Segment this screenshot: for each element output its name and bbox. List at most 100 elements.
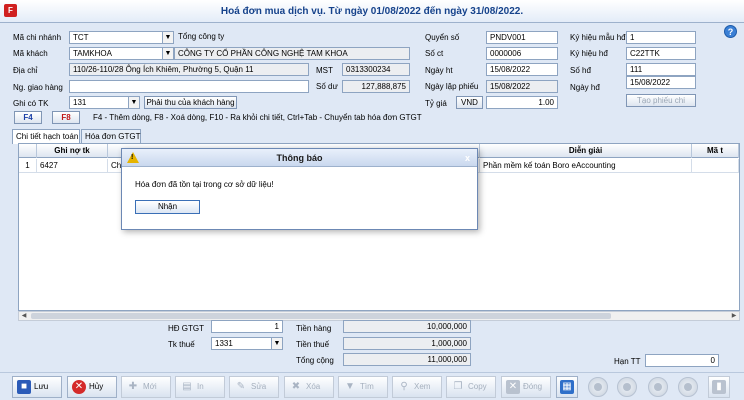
help-icon[interactable]: ? [724, 25, 737, 38]
receivable-button[interactable]: Phải thu của khách hàng [144, 96, 237, 109]
previous-record-button[interactable] [617, 377, 637, 397]
tax-account-select[interactable]: 1331 ▼ [211, 337, 283, 350]
delete-button[interactable]: ✖ Xóa [284, 376, 334, 398]
scroll-right-icon[interactable]: ▶ [729, 312, 739, 320]
invoice-no-input[interactable]: 111 [626, 63, 696, 76]
ok-button[interactable]: Nhận [135, 200, 200, 214]
credit-account-select[interactable]: 131 ▼ [69, 96, 140, 109]
scrollbar-thumb[interactable] [31, 313, 611, 319]
customer-label: Mã khách [13, 49, 48, 58]
dialog-message: Hóa đơn đã tồn tại trong cơ sở dữ liệu! [135, 180, 274, 189]
dialog-title: Thông báo [276, 153, 323, 163]
invoice-date-label: Ngày hđ [570, 83, 600, 92]
currency-button[interactable]: VND [456, 96, 483, 109]
new-label: Mới [143, 382, 157, 391]
customer-name-field: CÔNG TY CỔ PHẦN CÔNG NGHỆ TAM KHOA [174, 47, 410, 60]
template-input[interactable]: 1 [626, 31, 696, 44]
f4-add-row-button[interactable]: F4 [14, 111, 42, 124]
save-label: Lưu [34, 382, 49, 391]
find-button[interactable]: ▼ Tìm [338, 376, 388, 398]
grid-header-code[interactable]: Mã t [692, 144, 739, 158]
f8-delete-row-button[interactable]: F8 [52, 111, 80, 124]
voucher-no-input[interactable]: 0000006 [486, 47, 558, 60]
chevron-down-icon[interactable]: ▼ [162, 48, 173, 59]
next-record-icon [654, 383, 662, 391]
last-record-icon [684, 383, 692, 391]
delete-label: Xóa [306, 382, 321, 391]
created-date-label: Ngày lập phiếu [425, 82, 479, 91]
cancel-button[interactable]: ✕ Hủy [67, 376, 117, 398]
chevron-down-icon[interactable]: ▼ [128, 97, 139, 108]
total-label: Tổng cộng [296, 356, 334, 365]
edit-label: Sửa [251, 382, 267, 391]
row-code[interactable] [692, 159, 739, 173]
grid-header-description[interactable]: Diễn giải [480, 144, 692, 158]
shortcut-hint: F4 - Thêm dòng, F8 - Xoá dòng, F10 - Ra … [93, 113, 422, 122]
vat-invoice-label: HĐ GTGT [168, 324, 204, 333]
first-record-icon [594, 383, 602, 391]
branch-label: Mã chi nhánh [13, 33, 62, 42]
new-button[interactable]: ✚ Mới [121, 376, 171, 398]
row-index: 1 [19, 159, 37, 173]
find-label: Tìm [360, 382, 374, 391]
rate-label: Tỷ giá [425, 99, 447, 108]
voucher-no-label: Số ct [425, 49, 444, 58]
floppy-icon: ■ [17, 379, 31, 394]
mst-field: 0313300234 [342, 63, 410, 76]
view-button[interactable]: ⚲ Xem [392, 376, 442, 398]
save-button[interactable]: ■ Lưu [12, 376, 62, 398]
customer-code-value: TAMKHOA [73, 49, 112, 58]
notification-dialog: ! Thông báo x Hóa đơn đã tồn tại trong c… [121, 148, 478, 230]
next-record-button[interactable] [648, 377, 668, 397]
branch-code-select[interactable]: TCT ▼ [69, 31, 174, 44]
row-debit-account[interactable]: 6427 [37, 159, 108, 173]
template-label: Ký hiệu mẫu hđ [570, 33, 626, 42]
view-label: Xem [414, 382, 431, 391]
tax-account-value: 1331 [215, 339, 233, 348]
address-label: Địa chỉ [13, 66, 38, 75]
add-icon: ✚ [128, 380, 138, 392]
tab-accounting-detail[interactable]: Chi tiết hạch toán [12, 129, 80, 144]
pencil-icon: ✎ [236, 380, 246, 392]
copy-button[interactable]: ❐ Copy [446, 376, 496, 398]
tax-label: Tiền thuế [296, 340, 330, 349]
edit-button[interactable]: ✎ Sửa [229, 376, 279, 398]
due-input[interactable]: 0 [645, 354, 719, 367]
created-date-field: 15/08/2022 [486, 80, 558, 93]
cancel-icon: ✕ [72, 379, 86, 394]
close-icon[interactable]: x [465, 153, 470, 163]
window-title: Hoá đơn mua dịch vụ. Từ ngày 01/08/2022 … [220, 6, 524, 17]
symbol-input[interactable]: C22TTK [626, 47, 696, 60]
balance-label: Số dư [316, 82, 338, 91]
customer-code-select[interactable]: TAMKHOA ▼ [69, 47, 174, 60]
tax-account-label: Tk thuế [168, 340, 195, 349]
row-description[interactable]: Phần mềm kế toán Boro eAccounting [480, 159, 692, 173]
printer-icon: ▤ [182, 380, 192, 392]
date-label: Ngày ht [425, 66, 453, 75]
create-voucher-button[interactable]: Tạo phiếu chi [626, 94, 696, 107]
notes-button[interactable]: ▮ [708, 376, 730, 398]
chevron-down-icon[interactable]: ▼ [271, 338, 282, 349]
rate-input[interactable]: 1.00 [486, 96, 558, 109]
invoice-date-input[interactable]: 15/08/2022 [626, 76, 696, 89]
close-button[interactable]: ✕ Đóng [501, 376, 551, 398]
goods-field: 10,000,000 [343, 320, 471, 333]
branch-name: Tổng công ty [178, 32, 225, 41]
chevron-down-icon[interactable]: ▼ [162, 32, 173, 43]
delivery-input[interactable] [69, 80, 309, 93]
last-record-button[interactable] [678, 377, 698, 397]
print-button[interactable]: ▤ In [175, 376, 225, 398]
calculator-button[interactable]: ▦ [556, 376, 578, 398]
tab-vat-invoice[interactable]: Hóa đơn GTGT [81, 129, 141, 143]
goods-label: Tiền hàng [296, 324, 332, 333]
first-record-button[interactable] [588, 377, 608, 397]
scroll-left-icon[interactable]: ◀ [19, 312, 29, 320]
dialog-title-bar: ! Thông báo x [122, 149, 477, 167]
date-input[interactable]: 15/08/2022 [486, 63, 558, 76]
book-input[interactable]: PNDV001 [486, 31, 558, 44]
vat-invoice-input[interactable]: 1 [211, 320, 283, 333]
grid-header-debit-account[interactable]: Ghi nợ tk [37, 144, 108, 158]
title-bar: F Hoá đơn mua dịch vụ. Từ ngày 01/08/202… [0, 0, 744, 23]
notes-icon: ▮ [712, 379, 726, 394]
credit-account-label: Ghi có TK [13, 99, 49, 108]
